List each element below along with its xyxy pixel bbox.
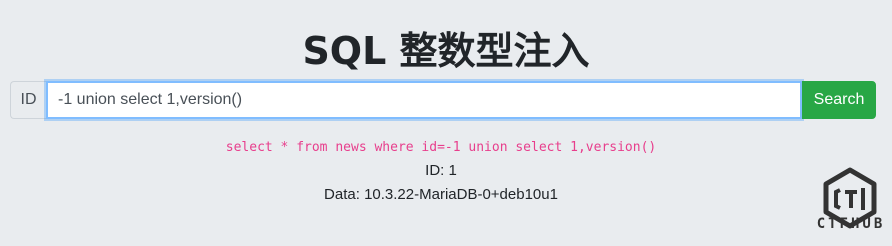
search-button[interactable]: Search [802,81,876,119]
search-form: ID Search [10,81,876,119]
id-input[interactable] [46,81,802,119]
result-id: ID: 1 [425,162,457,179]
id-label: ID [10,81,46,119]
result-data: Data: 10.3.22-MariaDB-0+deb10u1 [324,186,558,203]
ctfhub-logo-text: CTFHUB [816,216,886,232]
sql-query-text: select * from news where id=-1 union sel… [225,140,657,155]
page-title: SQL 整数型注入 [302,29,590,73]
